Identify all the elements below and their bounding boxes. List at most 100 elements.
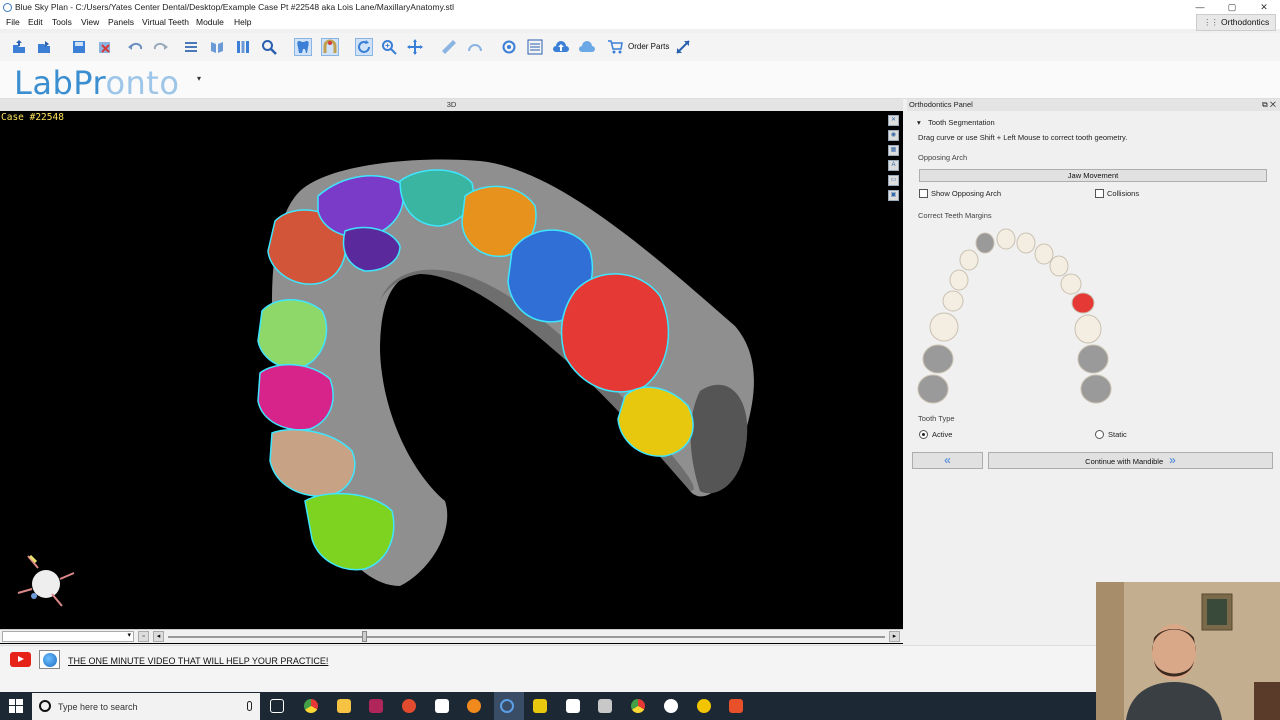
tooth-chart-premolar-right-2[interactable]	[1074, 314, 1102, 344]
minimize-button[interactable]: —	[1184, 0, 1216, 15]
youtube-icon[interactable]	[10, 652, 31, 667]
cloud-icon[interactable]	[578, 38, 596, 56]
back-button[interactable]: «	[912, 452, 983, 469]
menu-file[interactable]: File	[6, 17, 20, 27]
labpronto-logo[interactable]: LabPronto	[14, 64, 179, 102]
panel-float-close-icons[interactable]: ⧉ ✕	[1262, 99, 1276, 111]
slice-icon[interactable]	[208, 38, 226, 56]
tooth-chart-selected[interactable]	[1071, 292, 1095, 314]
microphone-icon[interactable]	[247, 701, 252, 711]
recorder-icon[interactable]	[729, 699, 743, 713]
stack-app-icon[interactable]	[598, 699, 612, 713]
blender-icon[interactable]	[467, 699, 481, 713]
continue-button[interactable]: Continue with Mandible »	[988, 452, 1273, 469]
layers-icon[interactable]	[182, 38, 200, 56]
timeline-thumb[interactable]	[362, 631, 367, 642]
menu-tools[interactable]: Tools	[52, 17, 72, 27]
tooth-type-static-radio[interactable]	[1095, 430, 1104, 439]
app-grid-icon[interactable]	[369, 699, 383, 713]
screenshot-icon[interactable]: ▣	[888, 190, 899, 201]
order-parts-button[interactable]: Order Parts	[628, 42, 669, 51]
calculator-icon[interactable]	[566, 699, 580, 713]
zoom-icon[interactable]	[260, 38, 278, 56]
timeline-track[interactable]	[168, 636, 885, 638]
timeline-back-button[interactable]: ◂	[153, 631, 164, 642]
tooth-selected-red[interactable]	[560, 273, 670, 393]
close-button[interactable]: ✕	[1248, 0, 1280, 15]
timeline-forward-button[interactable]: ▸	[889, 631, 900, 642]
menu-virtual-teeth[interactable]: Virtual Teeth	[142, 17, 189, 27]
ruler-icon[interactable]	[440, 38, 458, 56]
align-icon[interactable]	[526, 38, 544, 56]
chrome-icon[interactable]	[304, 699, 318, 713]
show-opposing-arch-checkbox[interactable]	[919, 189, 928, 198]
maximize-button[interactable]: ▢	[1216, 0, 1248, 15]
globe-icon[interactable]	[39, 650, 60, 669]
windows-start-icon[interactable]	[9, 699, 23, 713]
fullscreen-icon[interactable]: ✕	[888, 115, 899, 126]
cart-icon[interactable]	[606, 38, 624, 56]
yellow-app-icon[interactable]	[533, 699, 547, 713]
tooth-chart-molar-right-2[interactable]	[1080, 374, 1112, 404]
upload-icon[interactable]	[552, 38, 570, 56]
redo-icon[interactable]	[152, 38, 170, 56]
tooth-chart-incisor-3[interactable]	[1016, 232, 1036, 254]
tooth-chart-canine-right[interactable]	[1049, 255, 1069, 277]
tooth-chart-molar-left-2[interactable]	[917, 374, 949, 404]
mail-icon[interactable]	[435, 699, 449, 713]
tooth-chart-incisor-1[interactable]	[996, 228, 1016, 250]
file-explorer-icon[interactable]	[337, 699, 351, 713]
tooth-premolar-green[interactable]	[304, 492, 395, 571]
browser-icon[interactable]	[402, 699, 416, 713]
taskbar-search[interactable]: Type here to search	[32, 693, 260, 720]
undo-icon[interactable]	[126, 38, 144, 56]
grid-icon[interactable]: ▦	[888, 145, 899, 156]
dental-arch-model[interactable]	[0, 111, 903, 631]
tooth-chart-molar-right-1[interactable]	[1077, 344, 1109, 374]
angle-icon[interactable]	[466, 38, 484, 56]
itunes-icon[interactable]	[664, 699, 678, 713]
timeline-select[interactable]: ▾	[2, 631, 134, 642]
menu-help[interactable]: Help	[234, 17, 251, 27]
open-icon[interactable]	[10, 38, 28, 56]
task-view-icon[interactable]	[270, 699, 284, 713]
menu-module[interactable]: Module	[196, 17, 224, 27]
tooth-chart-premolar-right-1[interactable]	[1060, 273, 1082, 295]
jaw-movement-button[interactable]: Jaw Movement	[919, 169, 1267, 182]
zoom-view-icon[interactable]	[380, 38, 398, 56]
expand-icon[interactable]	[674, 38, 692, 56]
tooth-chart-lateral-left[interactable]	[959, 249, 979, 271]
close-file-icon[interactable]	[96, 38, 114, 56]
promo-link[interactable]: THE ONE MINUTE VIDEO THAT WILL HELP YOUR…	[68, 656, 328, 666]
tooth-incisor-green[interactable]	[257, 299, 328, 369]
tooth-chart-premolar-left-1[interactable]	[942, 290, 964, 312]
menu-panels[interactable]: Panels	[108, 17, 134, 27]
mode-selector[interactable]: ⋮⋮ Orthodontics	[1196, 14, 1276, 31]
panoramic-icon[interactable]	[234, 38, 252, 56]
rotate-icon[interactable]	[355, 38, 373, 56]
tooth-icon[interactable]	[294, 38, 312, 56]
save-icon[interactable]	[70, 38, 88, 56]
norton-icon[interactable]	[697, 699, 711, 713]
tooth-chart-incisor-2[interactable]	[975, 232, 995, 254]
tooth-type-active-radio[interactable]	[919, 430, 928, 439]
collisions-checkbox[interactable]	[1095, 189, 1104, 198]
view-reset-icon[interactable]: ◉	[888, 130, 899, 141]
timeline-prev-button[interactable]: ▫	[138, 631, 149, 642]
tooth-chart-canine-left[interactable]	[949, 269, 969, 291]
section-collapse-icon[interactable]: ▾	[917, 118, 921, 127]
blue-sky-plan-icon[interactable]	[500, 699, 514, 713]
logo-dropdown-icon[interactable]: ▾	[197, 74, 201, 83]
tooth-incisor-magenta[interactable]	[257, 363, 334, 431]
layer-toggle-icon[interactable]: ▭	[888, 175, 899, 186]
tooth-chart-lateral-right[interactable]	[1034, 243, 1054, 265]
tooth-chart-molar-left-1[interactable]	[922, 344, 954, 374]
menu-view[interactable]: View	[81, 17, 99, 27]
refresh-icon[interactable]	[500, 38, 518, 56]
tooth-chart-premolar-left-2[interactable]	[929, 312, 959, 342]
orientation-gizmo-icon[interactable]	[17, 554, 75, 607]
import-icon[interactable]	[35, 38, 53, 56]
menu-edit[interactable]: Edit	[28, 17, 43, 27]
chrome-profile-icon[interactable]	[631, 699, 645, 713]
text-annotation-icon[interactable]: A	[888, 160, 899, 171]
